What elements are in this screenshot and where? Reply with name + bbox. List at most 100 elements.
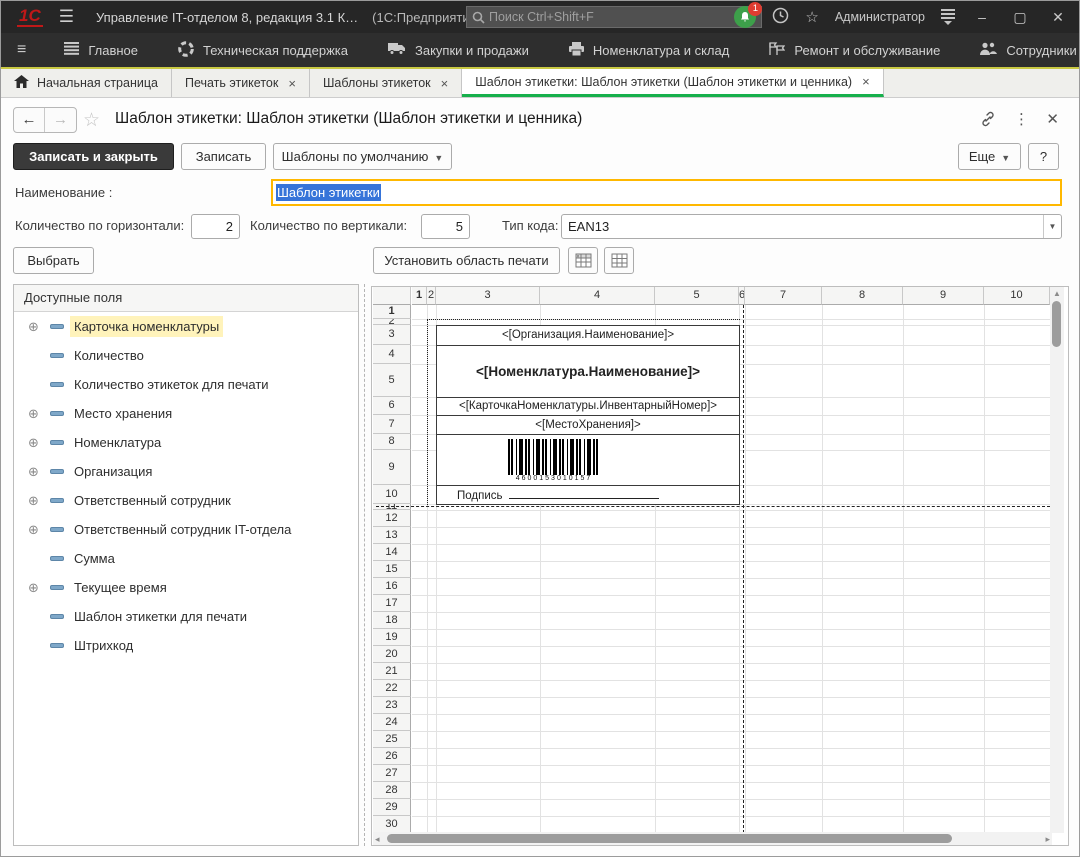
set-print-area-button[interactable]: Установить область печати bbox=[373, 247, 560, 274]
back-button[interactable]: ← bbox=[14, 108, 45, 132]
tab-4[interactable]: Шаблон этикетки: Шаблон этикетки (Шаблон… bbox=[462, 69, 883, 97]
notifications-bell-icon[interactable]: 1 bbox=[734, 6, 756, 28]
horizontal-count-input[interactable]: 2 bbox=[191, 214, 240, 239]
more-button[interactable]: Еще▼ bbox=[958, 143, 1021, 170]
row-header-23[interactable]: 23 bbox=[373, 697, 411, 714]
horizontal-scroll-thumb[interactable] bbox=[387, 834, 952, 843]
tree-item-1[interactable]: ⊕Карточка номенклатуры bbox=[14, 312, 358, 341]
forward-button[interactable]: → bbox=[45, 108, 76, 132]
row-header-19[interactable]: 19 bbox=[373, 629, 411, 646]
column-header-8[interactable]: 8 bbox=[822, 287, 903, 305]
save-button[interactable]: Записать bbox=[181, 143, 266, 170]
more-menu-kebab-icon[interactable]: ⋮ bbox=[1014, 110, 1029, 128]
row-header-15[interactable]: 15 bbox=[373, 561, 411, 578]
column-header-10[interactable]: 10 bbox=[984, 287, 1050, 305]
tree-item-10[interactable]: ⊕Текущее время bbox=[14, 573, 358, 602]
row-header-3[interactable]: 3 bbox=[373, 325, 411, 345]
tab-2[interactable]: Печать этикеток× bbox=[172, 69, 310, 97]
tree-item-7[interactable]: ⊕Ответственный сотрудник bbox=[14, 486, 358, 515]
row-header-26[interactable]: 26 bbox=[373, 748, 411, 765]
tree-item-4[interactable]: ⊕Место хранения bbox=[14, 399, 358, 428]
scroll-right-icon[interactable]: ▸ bbox=[1045, 834, 1050, 845]
main-menu-icon[interactable]: ☰ bbox=[59, 7, 74, 27]
minimize-button[interactable]: – bbox=[971, 9, 993, 25]
named-cells-view-icon[interactable]: # bbox=[568, 247, 598, 274]
combo-dropdown-icon[interactable]: ▼ bbox=[1043, 215, 1061, 238]
scroll-up-icon[interactable]: ▲ bbox=[1053, 289, 1061, 298]
global-search-input[interactable]: Поиск Ctrl+Shift+F bbox=[466, 6, 762, 28]
template-storage-cell[interactable]: <[МестоХранения]> bbox=[437, 416, 739, 435]
vertical-scrollbar[interactable]: ▲ bbox=[1050, 287, 1064, 833]
menu-item-1[interactable]: Главное bbox=[44, 33, 158, 67]
row-header-1[interactable]: 1 bbox=[373, 305, 411, 319]
expand-icon[interactable]: ⊕ bbox=[28, 465, 41, 478]
panel-splitter[interactable] bbox=[364, 284, 365, 846]
expand-icon[interactable]: ⊕ bbox=[28, 407, 41, 420]
tree-item-6[interactable]: ⊕Организация bbox=[14, 457, 358, 486]
template-barcode-cell[interactable]: 4600153010157 bbox=[437, 435, 739, 486]
help-button[interactable]: ? bbox=[1028, 143, 1059, 170]
current-user[interactable]: Администратор bbox=[835, 10, 925, 24]
row-header-24[interactable]: 24 bbox=[373, 714, 411, 731]
expand-icon[interactable]: ⊕ bbox=[28, 320, 41, 333]
column-header-4[interactable]: 4 bbox=[540, 287, 655, 305]
menu-item-2[interactable]: Техническая поддержка bbox=[158, 33, 368, 67]
row-header-27[interactable]: 27 bbox=[373, 765, 411, 782]
grid-corner-cell[interactable] bbox=[373, 287, 411, 305]
tab-1[interactable]: Начальная страница bbox=[1, 69, 172, 97]
tree-item-2[interactable]: Количество bbox=[14, 341, 358, 370]
tab-close-icon[interactable]: × bbox=[441, 76, 449, 91]
row-header-30[interactable]: 30 bbox=[373, 816, 411, 833]
label-template-box[interactable]: <[Организация.Наименование]><[Номенклату… bbox=[436, 325, 740, 505]
row-header-28[interactable]: 28 bbox=[373, 782, 411, 799]
tree-item-3[interactable]: Количество этикеток для печати bbox=[14, 370, 358, 399]
vertical-scroll-thumb[interactable] bbox=[1052, 301, 1061, 347]
expand-icon[interactable]: ⊕ bbox=[28, 581, 41, 594]
horizontal-scrollbar[interactable]: ◂▸ bbox=[373, 832, 1052, 845]
template-organization-cell[interactable]: <[Организация.Наименование]> bbox=[437, 326, 739, 346]
template-signature-cell[interactable]: Подпись bbox=[437, 486, 739, 505]
row-header-8[interactable]: 8 bbox=[373, 434, 411, 450]
sections-panel-icon[interactable]: ≡ bbox=[17, 41, 26, 59]
row-header-17[interactable]: 17 bbox=[373, 595, 411, 612]
favorites-star-icon[interactable]: ☆ bbox=[805, 8, 818, 26]
column-header-1[interactable]: 1 bbox=[412, 287, 427, 305]
row-header-9[interactable]: 9 bbox=[373, 450, 411, 485]
expand-icon[interactable]: ⊕ bbox=[28, 494, 41, 507]
row-header-7[interactable]: 7 bbox=[373, 415, 411, 434]
close-window-button[interactable]: ✕ bbox=[1047, 9, 1069, 26]
menu-item-5[interactable]: Ремонт и обслуживание bbox=[749, 33, 960, 67]
menu-item-6[interactable]: Сотрудники bbox=[960, 33, 1080, 67]
tree-item-11[interactable]: Шаблон этикетки для печати bbox=[14, 602, 358, 631]
row-header-29[interactable]: 29 bbox=[373, 799, 411, 816]
menu-item-4[interactable]: Номенклатура и склад bbox=[549, 33, 749, 67]
get-link-icon[interactable] bbox=[979, 110, 997, 131]
save-and-close-button[interactable]: Записать и закрыть bbox=[13, 143, 174, 170]
row-header-13[interactable]: 13 bbox=[373, 527, 411, 544]
tab-close-icon[interactable]: × bbox=[862, 74, 870, 89]
code-type-select[interactable]: EAN13 ▼ bbox=[561, 214, 1062, 239]
row-header-6[interactable]: 6 bbox=[373, 397, 411, 415]
tree-item-9[interactable]: Сумма bbox=[14, 544, 358, 573]
row-header-4[interactable]: 4 bbox=[373, 345, 411, 364]
row-header-12[interactable]: 12 bbox=[373, 510, 411, 527]
grid-view-icon[interactable] bbox=[604, 247, 634, 274]
label-template-spreadsheet[interactable]: 1234567891012345678910111213141516171819… bbox=[371, 286, 1069, 846]
name-input[interactable]: Шаблон этикетки bbox=[271, 179, 1062, 206]
vertical-count-input[interactable]: 5 bbox=[421, 214, 470, 239]
row-header-14[interactable]: 14 bbox=[373, 544, 411, 561]
row-header-22[interactable]: 22 bbox=[373, 680, 411, 697]
close-form-icon[interactable]: ✕ bbox=[1046, 110, 1059, 128]
template-nomenclature-cell[interactable]: <[Номенклатура.Наименование]> bbox=[437, 346, 739, 398]
service-menu-icon[interactable] bbox=[941, 9, 955, 25]
select-field-button[interactable]: Выбрать bbox=[13, 247, 94, 274]
row-header-21[interactable]: 21 bbox=[373, 663, 411, 680]
tab-3[interactable]: Шаблоны этикеток× bbox=[310, 69, 462, 97]
row-header-16[interactable]: 16 bbox=[373, 578, 411, 595]
row-header-25[interactable]: 25 bbox=[373, 731, 411, 748]
tree-item-8[interactable]: ⊕Ответственный сотрудник IT-отдела bbox=[14, 515, 358, 544]
tab-close-icon[interactable]: × bbox=[288, 76, 296, 91]
tree-item-12[interactable]: Штрихкод bbox=[14, 631, 358, 660]
maximize-button[interactable]: ▢ bbox=[1009, 9, 1031, 26]
scroll-left-icon[interactable]: ◂ bbox=[375, 834, 380, 845]
